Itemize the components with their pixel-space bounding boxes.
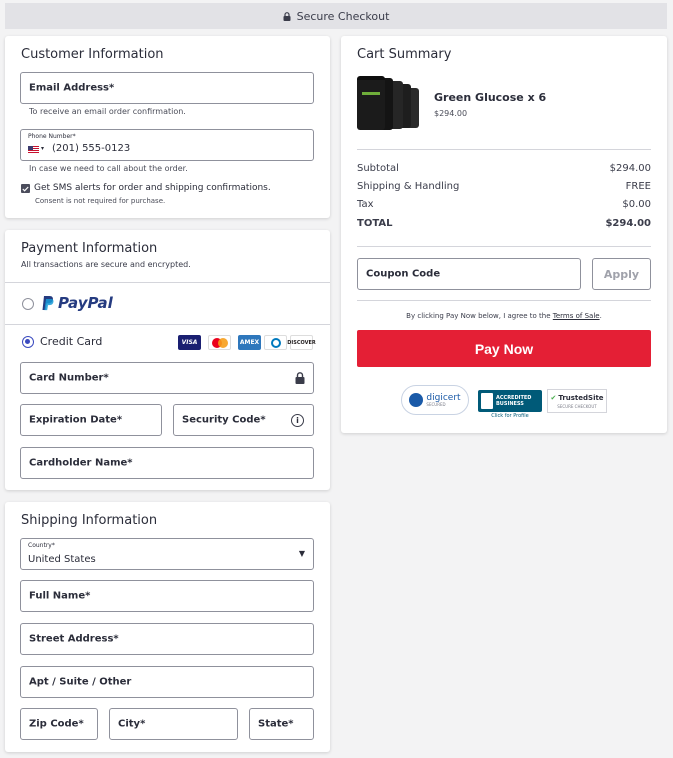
shipping-row: Shipping & Handling FREE: [357, 181, 651, 192]
divider: [357, 149, 651, 150]
paypal-logo[interactable]: PayPal: [41, 294, 113, 312]
card-number-label: Card Number*: [29, 372, 109, 384]
sms-hint: Consent is not required for purchase.: [35, 197, 166, 205]
expiration-date-field[interactable]: Expiration Date*: [20, 404, 162, 436]
expiration-date-label: Expiration Date*: [29, 414, 123, 426]
terms-of-sale-link[interactable]: Terms of Sale: [553, 312, 600, 320]
visa-icon: VISA: [178, 335, 201, 350]
shipping-label: Shipping & Handling: [357, 181, 460, 192]
bbb-sub: Click for Profile: [491, 412, 529, 419]
security-code-field[interactable]: Security Code* i: [173, 404, 314, 436]
security-code-label: Security Code*: [182, 414, 266, 426]
caret-down-icon[interactable]: ▾: [41, 145, 44, 152]
amex-icon: AMEX: [238, 335, 261, 350]
info-icon[interactable]: i: [291, 414, 304, 427]
cart-summary-card: Cart Summary Green Glucose x 6 $294.00 S…: [341, 36, 667, 433]
paypal-icon: [42, 295, 54, 310]
sms-label: Get SMS alerts for order and shipping co…: [34, 183, 271, 193]
total-label: TOTAL: [357, 218, 393, 229]
terms-prefix: By clicking Pay Now below, I agree to th…: [406, 312, 553, 320]
product-image: [357, 76, 421, 132]
cardholder-name-label: Cardholder Name*: [29, 457, 133, 469]
street-address-label: Street Address*: [29, 633, 119, 645]
phone-hint: In case we need to call about the order.: [29, 164, 188, 173]
shipping-value: FREE: [625, 181, 651, 192]
subtotal-label: Subtotal: [357, 163, 399, 174]
paypal-label: PayPal: [58, 294, 113, 312]
mastercard-icon: [208, 335, 231, 350]
tax-value: $0.00: [622, 199, 651, 210]
email-hint: To receive an email order confirmation.: [29, 107, 186, 116]
city-label: City*: [118, 718, 146, 730]
divider: [357, 246, 651, 247]
divider: [5, 282, 330, 283]
street-address-field[interactable]: Street Address*: [20, 623, 314, 655]
divider: [357, 300, 651, 301]
bbb-torch-icon: [481, 392, 493, 409]
apt-suite-field[interactable]: Apt / Suite / Other: [20, 666, 314, 698]
phone-value: (201) 555-0123: [52, 143, 131, 154]
us-flag-icon[interactable]: [28, 146, 39, 153]
phone-field[interactable]: Phone Number* ▾ (201) 555-0123: [20, 129, 314, 161]
tax-label: Tax: [357, 199, 374, 210]
trustedsite-sub: SECURE CHECKOUT: [557, 403, 597, 409]
terms-notice: By clicking Pay Now below, I agree to th…: [341, 312, 667, 320]
payment-information-title: Payment Information: [21, 241, 158, 256]
secure-checkout-bar: Secure Checkout: [5, 3, 667, 29]
zip-code-field[interactable]: Zip Code*: [20, 708, 98, 740]
trustedsite-label: TrustedSite: [558, 393, 604, 402]
pay-now-button[interactable]: Pay Now: [357, 330, 651, 367]
country-value: United States: [28, 554, 96, 565]
product-price: $294.00: [434, 109, 468, 118]
full-name-label: Full Name*: [29, 590, 91, 602]
phone-field-label: Phone Number*: [28, 133, 76, 140]
total-row: TOTAL $294.00: [357, 218, 651, 229]
coupon-code-label: Coupon Code: [366, 268, 441, 280]
card-number-field[interactable]: Card Number*: [20, 362, 314, 394]
total-value: $294.00: [605, 218, 651, 229]
digicert-sub: SECURED: [426, 401, 446, 407]
country-select[interactable]: Country* United States ▼: [20, 538, 314, 570]
subtotal-value: $294.00: [609, 163, 651, 174]
coupon-code-field[interactable]: Coupon Code: [357, 258, 581, 290]
lock-icon: [295, 372, 305, 384]
check-icon: ✔: [550, 393, 557, 402]
full-name-field[interactable]: Full Name*: [20, 580, 314, 612]
country-label: Country*: [28, 542, 55, 549]
bbb-badge[interactable]: ACCREDITED BUSINESS Click for Profile: [477, 388, 543, 420]
apply-coupon-button[interactable]: Apply: [592, 258, 651, 290]
caret-down-icon[interactable]: ▼: [299, 549, 305, 558]
sms-checkbox[interactable]: [21, 184, 30, 193]
cardholder-name-field[interactable]: Cardholder Name*: [20, 447, 314, 479]
terms-suffix: .: [599, 312, 602, 320]
page-title: Secure Checkout: [296, 9, 390, 23]
subtotal-row: Subtotal $294.00: [357, 163, 651, 174]
zip-code-label: Zip Code*: [29, 718, 84, 730]
divider: [5, 324, 330, 325]
digicert-lock-icon: [409, 393, 424, 407]
state-select[interactable]: State*: [249, 708, 314, 740]
paypal-radio[interactable]: [22, 298, 34, 310]
diners-icon: [264, 335, 287, 350]
customer-information-title: Customer Information: [21, 47, 164, 62]
payment-subtitle: All transactions are secure and encrypte…: [21, 260, 191, 269]
digicert-badge[interactable]: digicert SECURED: [401, 385, 469, 415]
product-name: Green Glucose x 6: [434, 91, 547, 104]
customer-information-card: Customer Information Email Address* To r…: [5, 36, 330, 218]
state-label: State*: [258, 718, 294, 730]
check-icon: [22, 186, 29, 192]
lock-icon: [283, 11, 291, 21]
credit-card-radio[interactable]: [22, 336, 34, 348]
email-field-label: Email Address*: [29, 82, 115, 94]
discover-icon: DISCOVER: [287, 335, 316, 350]
credit-card-label[interactable]: Credit Card: [40, 335, 102, 348]
apt-suite-label: Apt / Suite / Other: [29, 676, 132, 688]
bbb-line-2: BUSINESS: [496, 400, 524, 407]
shipping-information-title: Shipping Information: [21, 513, 158, 528]
city-field[interactable]: City*: [109, 708, 238, 740]
cart-summary-title: Cart Summary: [357, 47, 452, 62]
email-field[interactable]: Email Address*: [20, 72, 314, 104]
tax-row: Tax $0.00: [357, 199, 651, 210]
trustedsite-badge[interactable]: ✔ TrustedSite SECURE CHECKOUT: [547, 389, 607, 413]
